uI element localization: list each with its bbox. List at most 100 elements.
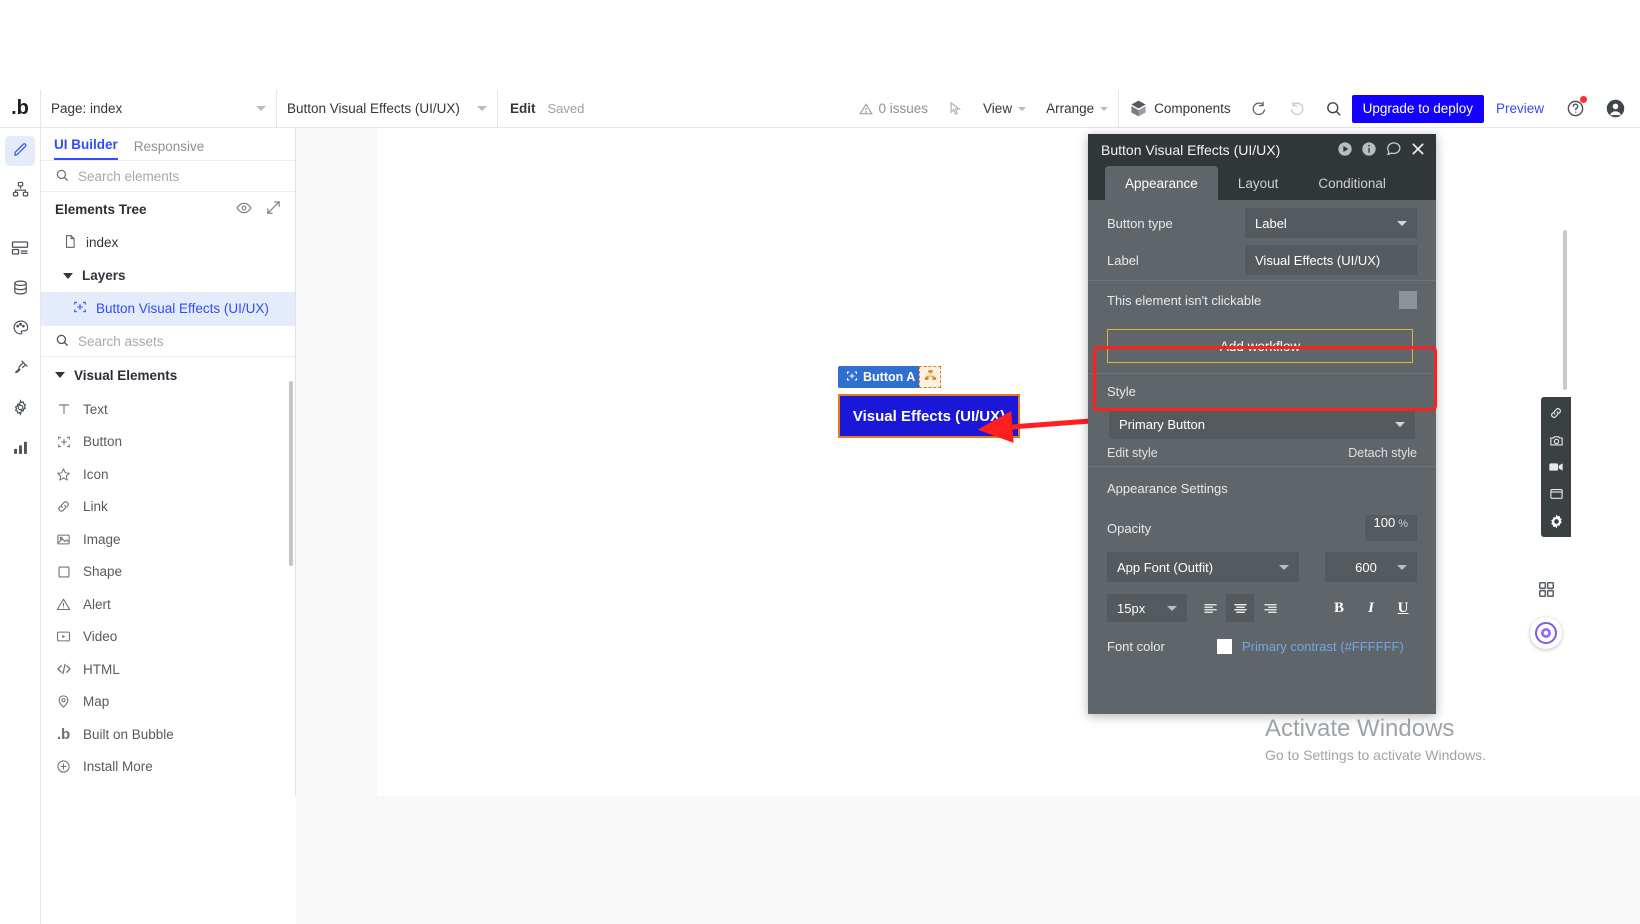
visual-element-built-on-bubble[interactable]: .b Built on Bubble [41,718,295,751]
badge-group-button[interactable] [919,366,941,388]
element-selector[interactable]: Button Visual Effects (UI/UX) [277,90,497,128]
search-assets-input[interactable]: Search assets [78,334,164,349]
play-circle-icon[interactable] [1337,141,1353,160]
elements-tree-title: Elements Tree [55,202,147,217]
visual-element-text[interactable]: Text [41,393,295,426]
add-workflow-button[interactable]: Add workflow [1107,329,1413,363]
tab-layout[interactable]: Layout [1218,166,1299,200]
gear-icon[interactable] [1544,509,1568,533]
visual-element-alert[interactable]: Alert [41,588,295,621]
font-weight-select[interactable]: 600 [1325,552,1417,582]
sidebar-item-layouts[interactable] [5,234,35,264]
visual-element-icon[interactable]: Icon [41,458,295,491]
font-color-swatch[interactable] [1217,639,1232,654]
selected-element-badge[interactable]: Button A [838,366,923,388]
italic-icon[interactable]: I [1357,594,1385,622]
font-size-select[interactable]: 15px [1107,594,1187,622]
edit-style-link[interactable]: Edit style [1107,446,1158,460]
visual-element-install-more[interactable]: Install More [41,751,295,784]
link-chain-icon[interactable] [1544,401,1568,425]
button-type-select[interactable]: Label [1245,208,1417,238]
pointer-tool-button[interactable] [938,90,973,128]
chevron-down-icon [1395,422,1405,427]
preview-button[interactable]: Preview [1484,101,1556,116]
search-assets-row[interactable]: Search assets [41,325,295,357]
image-icon [55,532,72,547]
text-align-group [1196,594,1284,622]
visual-element-shape[interactable]: Shape [41,556,295,589]
visual-element-video[interactable]: Video [41,621,295,654]
align-left-icon[interactable] [1196,594,1224,622]
visual-element-label: Shape [83,564,122,579]
grid-apps-icon[interactable] [1532,575,1560,603]
tree-node-button-visual-effects[interactable]: Button Visual Effects (UI/UX) [41,292,295,325]
arrange-menu[interactable]: Arrange [1036,90,1118,128]
account-avatar[interactable] [1595,90,1640,128]
search-elements-row[interactable]: Search elements [41,160,295,192]
sidebar-item-design[interactable] [5,136,35,166]
video-camera-icon[interactable] [1544,455,1568,479]
opacity-input[interactable]: 100 % [1365,515,1417,541]
camera-icon[interactable] [1544,428,1568,452]
label-input[interactable]: Visual Effects (UI/UX) [1245,245,1417,275]
components-button[interactable]: Components [1119,90,1241,128]
canvas-page-surface[interactable] [377,128,1640,796]
underline-icon[interactable]: U [1389,594,1417,622]
left-panel-scrollbar[interactable] [289,381,293,566]
style-select[interactable]: Primary Button [1109,409,1415,439]
bold-icon[interactable]: B [1325,594,1353,622]
visual-element-image[interactable]: Image [41,523,295,556]
sidebar-item-workflow[interactable] [5,176,35,206]
font-family-select[interactable]: App Font (Outfit) [1107,552,1299,582]
align-right-icon[interactable] [1256,594,1284,622]
sidebar-item-plugins[interactable] [5,354,35,384]
bubble-logo-icon[interactable]: .b [0,97,40,120]
page-selector[interactable]: Page: index [41,90,276,128]
tab-responsive[interactable]: Responsive [134,139,205,160]
visual-elements-header[interactable]: Visual Elements [41,357,295,393]
group-icon [924,369,937,385]
canvas-button-visual-effects[interactable]: Visual Effects (UI/UX) [838,394,1020,438]
search-button[interactable] [1315,90,1352,128]
code-icon [55,661,72,677]
view-menu[interactable]: View [973,90,1036,128]
tree-node-layers[interactable]: Layers [41,259,295,292]
font-color-value[interactable]: Primary contrast (#FFFFFF) [1242,639,1404,654]
button-type-label: Button type [1107,216,1173,231]
close-icon[interactable] [1410,141,1426,160]
search-elements-input[interactable]: Search elements [78,169,179,184]
canvas-scrollbar[interactable] [1563,230,1567,390]
undo-button[interactable] [1241,90,1278,128]
sidebar-item-styles[interactable] [5,314,35,344]
tab-conditional[interactable]: Conditional [1298,166,1406,200]
tree-node-label: Layers [82,268,126,283]
upgrade-to-deploy-button[interactable]: Upgrade to deploy [1352,95,1484,123]
eye-icon[interactable] [236,200,252,219]
visual-element-map[interactable]: Map [41,686,295,719]
window-icon[interactable] [1544,482,1568,506]
visual-element-html[interactable]: HTML [41,653,295,686]
redo-button[interactable] [1278,90,1315,128]
opacity-label: Opacity [1107,521,1151,536]
assistant-orb-icon[interactable] [1530,617,1562,649]
bar-chart-icon [12,439,29,459]
sidebar-item-settings[interactable] [5,394,35,424]
font-family-value: App Font (Outfit) [1117,560,1213,575]
help-button[interactable] [1556,90,1595,128]
sidebar-item-data[interactable] [5,274,35,304]
issues-indicator[interactable]: 0 issues [849,90,939,128]
tab-ui-builder[interactable]: UI Builder [54,137,118,160]
visual-element-link[interactable]: Link [41,491,295,524]
align-center-icon[interactable] [1226,594,1254,622]
info-circle-icon[interactable] [1361,141,1377,160]
detach-style-link[interactable]: Detach style [1348,446,1417,460]
sidebar-item-logs[interactable] [5,434,35,464]
tree-node-index[interactable]: index [41,226,295,259]
visual-element-button[interactable]: Button [41,426,295,459]
edit-button[interactable]: Edit [498,101,548,116]
comment-icon[interactable] [1385,140,1402,160]
visual-element-label: Icon [83,467,109,482]
expand-diagonal-icon[interactable] [266,200,281,219]
tab-appearance[interactable]: Appearance [1105,166,1218,200]
not-clickable-checkbox[interactable] [1399,291,1417,309]
